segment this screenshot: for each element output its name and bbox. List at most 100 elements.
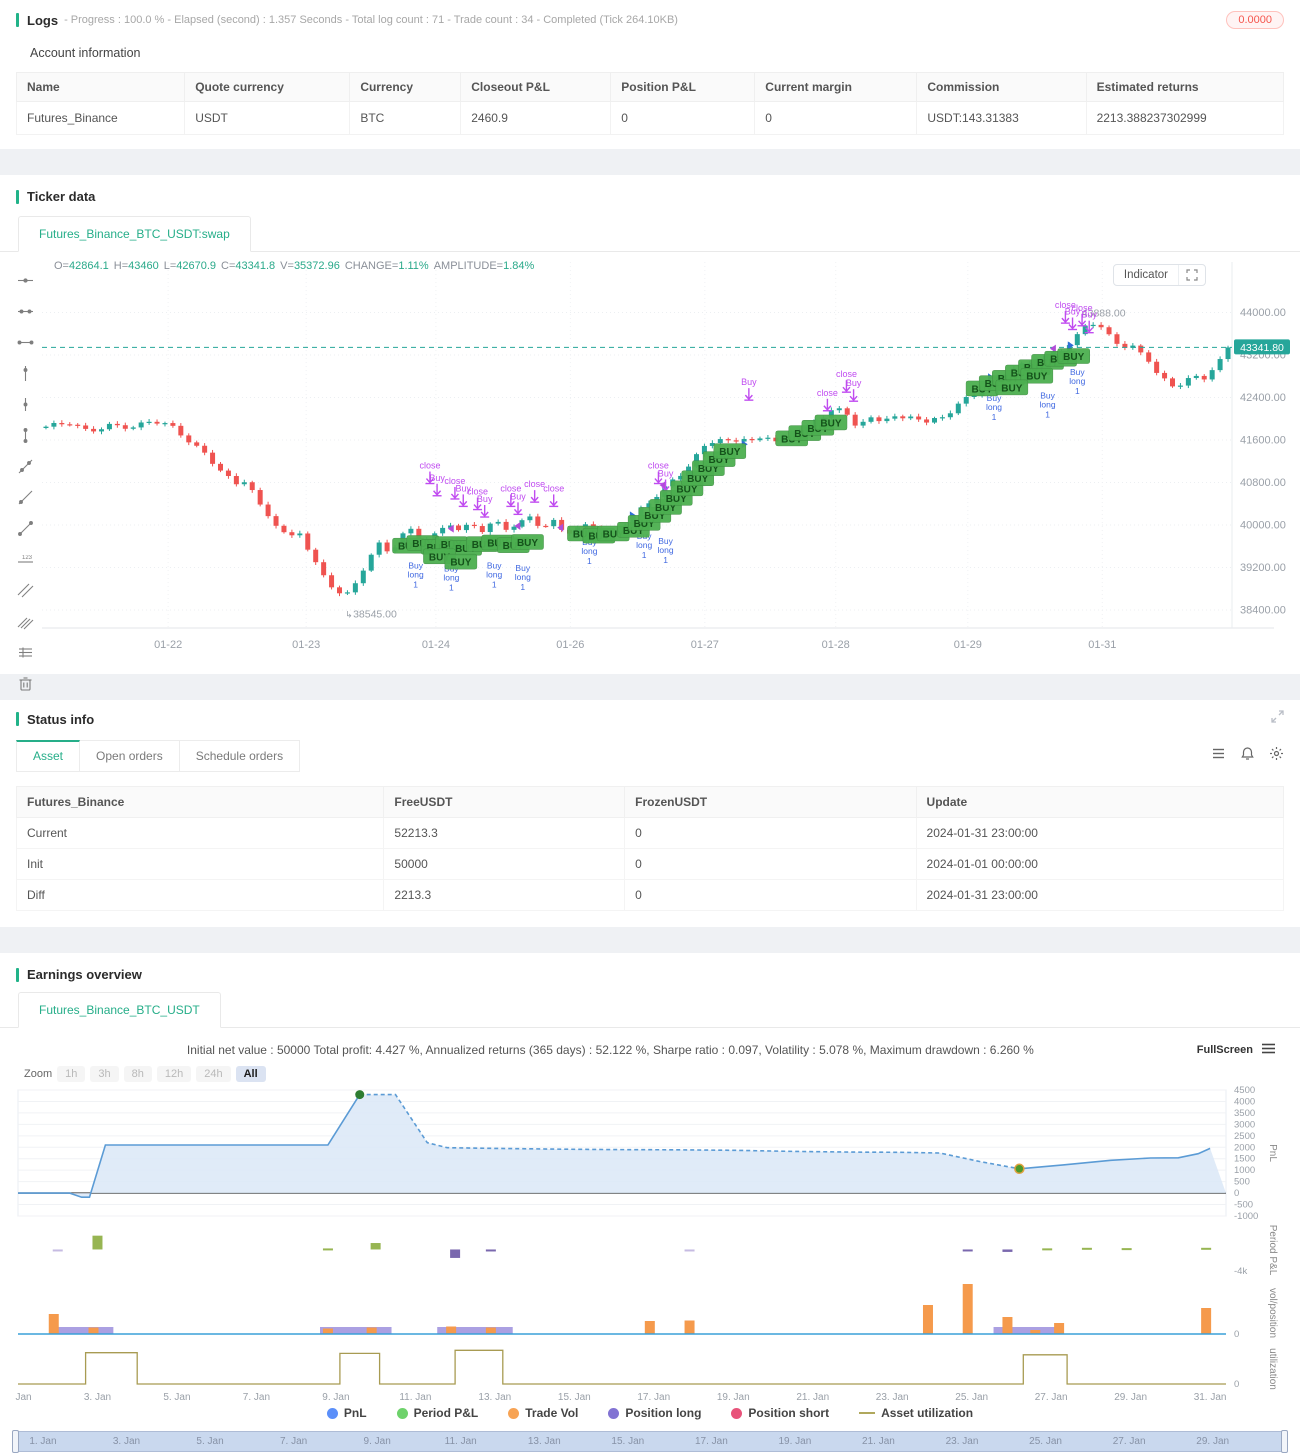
slider-date-label: 11. Jan xyxy=(444,1436,477,1447)
slider-date-label: 3. Jan xyxy=(112,1436,141,1447)
zoom-button-24h[interactable]: 24h xyxy=(196,1066,231,1082)
legend-item-position-short[interactable]: Position short xyxy=(731,1406,829,1420)
horizontal-line-tool-icon[interactable] xyxy=(17,303,34,325)
trend-line-tool-icon[interactable] xyxy=(17,458,34,480)
svg-text:long: long xyxy=(515,572,531,582)
earnings-chart-canvas[interactable]: -1000-5000500100015002000250030003500400… xyxy=(4,1085,1284,1404)
svg-text:1: 1 xyxy=(992,412,997,422)
crosshair-tool-icon[interactable] xyxy=(17,272,34,294)
zoom-button-1h[interactable]: 1h xyxy=(57,1066,86,1082)
svg-text:close: close xyxy=(524,479,545,489)
svg-text:1: 1 xyxy=(449,583,454,593)
list-icon[interactable] xyxy=(1211,746,1226,766)
expand-icon[interactable] xyxy=(1179,265,1205,285)
svg-text:long: long xyxy=(986,402,1002,412)
expand-icon[interactable] xyxy=(1271,710,1284,728)
status-toolbar xyxy=(1211,746,1284,766)
vertical-ray-tool-icon[interactable] xyxy=(17,396,34,418)
column-header: Futures_Binance xyxy=(15,786,385,818)
svg-text:13. Jan: 13. Jan xyxy=(478,1392,511,1403)
tab-schedule-orders[interactable]: Schedule orders xyxy=(179,740,301,772)
delete-tool-icon[interactable] xyxy=(17,675,34,697)
multi-line-tool-icon[interactable] xyxy=(17,613,34,635)
indicator-button[interactable]: Indicator xyxy=(1112,264,1206,286)
section-divider xyxy=(0,149,1300,175)
svg-text:01-27: 01-27 xyxy=(691,639,719,651)
table-cell: USDT:143.31383 xyxy=(916,101,1087,135)
svg-text:long: long xyxy=(408,570,424,580)
fullscreen-button[interactable]: FullScreen xyxy=(1197,1042,1276,1058)
tab-asset[interactable]: Asset xyxy=(16,740,81,772)
slider-handle-right[interactable] xyxy=(1281,1430,1288,1453)
svg-text:Buy: Buy xyxy=(846,378,862,388)
tab-ticker-symbol[interactable]: Futures_Binance_BTC_USDT:swap xyxy=(18,216,251,252)
bell-icon[interactable] xyxy=(1240,746,1255,766)
legend-label: Asset utilization xyxy=(881,1406,974,1420)
slider-date-label: 25. Jan xyxy=(1029,1436,1062,1447)
svg-text:long: long xyxy=(1040,400,1056,410)
column-header: FrozenUSDT xyxy=(624,786,917,818)
svg-text:↳: ↳ xyxy=(345,610,353,620)
svg-text:PnL: PnL xyxy=(1267,1144,1278,1162)
svg-text:1: 1 xyxy=(492,580,497,590)
price-label-tool-icon[interactable]: 123 xyxy=(17,551,34,573)
svg-text:4500: 4500 xyxy=(1234,1086,1255,1096)
candlestick-canvas[interactable]: 38400.00 39200.00 40000.00 40800.00 41600.00… xyxy=(42,256,1300,660)
zoom-button-8h[interactable]: 8h xyxy=(123,1066,152,1082)
tab-open-orders[interactable]: Open orders xyxy=(80,740,180,772)
legend-item-period-p-l[interactable]: Period P&L xyxy=(396,1406,478,1420)
legend-item-pnl[interactable]: PnL xyxy=(326,1406,367,1420)
logs-header: Logs - Progress : 100.0 % - Elapsed (sec… xyxy=(0,0,1300,40)
ray-tool-icon[interactable] xyxy=(17,489,34,511)
slider-date-label: 21. Jan xyxy=(862,1436,895,1447)
table-cell: 0 xyxy=(624,817,917,849)
column-header: Estimated returns xyxy=(1085,72,1285,102)
zoom-button-12h[interactable]: 12h xyxy=(156,1066,192,1082)
svg-text:long: long xyxy=(486,570,502,580)
svg-text:-4k: -4k xyxy=(1234,1266,1247,1277)
chart-toolbar[interactable]: 123 xyxy=(10,260,40,697)
tab-earnings-symbol[interactable]: Futures_Binance_BTC_USDT xyxy=(18,992,221,1028)
svg-text:40800.00: 40800.00 xyxy=(1240,477,1286,489)
fullscreen-label[interactable]: FullScreen xyxy=(1197,1044,1253,1056)
vertical-line-tool-icon[interactable] xyxy=(17,365,34,387)
candlestick-chart[interactable]: 123 38400.00 39200.00 40000.00 40800.00 4160… xyxy=(10,256,1290,691)
segment-tool-icon[interactable] xyxy=(17,520,34,542)
gear-icon[interactable] xyxy=(1269,746,1284,766)
vertical-segment-tool-icon[interactable] xyxy=(17,427,34,449)
svg-text:close: close xyxy=(543,483,564,493)
parallel-channel-tool-icon[interactable] xyxy=(17,582,34,604)
svg-text:38545.00: 38545.00 xyxy=(353,609,397,621)
ohlc-part: O=42864.1 xyxy=(54,260,109,272)
slider-date-label: 9. Jan xyxy=(363,1436,391,1447)
svg-text:42400.00: 42400.00 xyxy=(1240,392,1286,404)
legend-item-asset-utilization[interactable]: Asset utilization xyxy=(859,1406,973,1420)
svg-text:17. Jan: 17. Jan xyxy=(637,1392,670,1403)
row-label[interactable]: Current xyxy=(15,817,385,849)
zoom-controls: Zoom 1h 3h 8h 12h 24h All xyxy=(0,1062,1300,1084)
zoom-button-3h[interactable]: 3h xyxy=(90,1066,119,1082)
legend-item-trade-vol[interactable]: Trade Vol xyxy=(508,1406,578,1420)
menu-icon[interactable] xyxy=(1261,1042,1276,1058)
svg-text:9. Jan: 9. Jan xyxy=(322,1392,349,1403)
slider-handle-left[interactable] xyxy=(12,1430,19,1453)
svg-text:7. Jan: 7. Jan xyxy=(243,1392,270,1403)
table-cell: Futures_Binance xyxy=(15,101,186,135)
horizontal-ray-tool-icon[interactable] xyxy=(17,334,34,356)
legend-swatch xyxy=(859,1412,876,1414)
slider-date-label: 1. Jan xyxy=(29,1436,57,1447)
svg-text:29. Jan: 29. Jan xyxy=(1114,1392,1147,1403)
ruler-tool-icon[interactable] xyxy=(17,644,34,666)
svg-text:Buy: Buy xyxy=(741,377,757,387)
table-header-row: Name Quote currency Currency Closeout P&L Po… xyxy=(15,72,1285,102)
zoom-button-all[interactable]: All xyxy=(235,1066,266,1082)
svg-text:long: long xyxy=(1069,376,1085,386)
section-accent-bar xyxy=(16,189,19,204)
svg-text:3500: 3500 xyxy=(1234,1108,1255,1119)
date-range-slider[interactable]: 1. Jan 3. Jan 5. Jan 7. Jan 9. Jan 11. Jan 13.… xyxy=(12,1430,1288,1453)
indicator-label[interactable]: Indicator xyxy=(1114,265,1179,285)
svg-text:5. Jan: 5. Jan xyxy=(163,1392,190,1403)
table-cell: 2460.9 xyxy=(460,101,612,135)
legend-item-position-long[interactable]: Position long xyxy=(608,1406,701,1420)
svg-text:long: long xyxy=(581,546,597,556)
